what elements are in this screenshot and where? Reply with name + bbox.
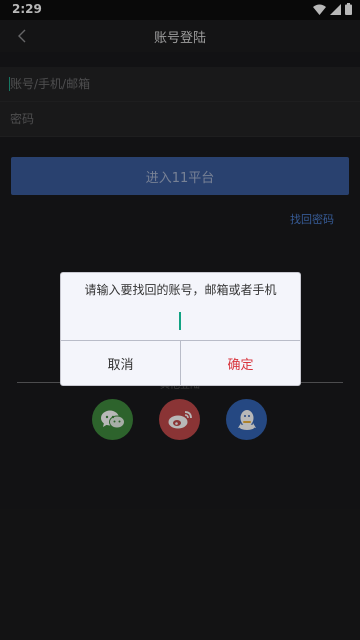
recover-account-dialog: 请输入要找回的账号，邮箱或者手机 取消 确定 — [60, 272, 301, 386]
confirm-button[interactable]: 确定 — [181, 341, 300, 385]
recover-account-input[interactable] — [81, 307, 283, 337]
dialog-message: 请输入要找回的账号，邮箱或者手机 — [84, 283, 277, 297]
cancel-button[interactable]: 取消 — [61, 341, 181, 385]
dialog-button-row: 取消 确定 — [61, 340, 300, 385]
